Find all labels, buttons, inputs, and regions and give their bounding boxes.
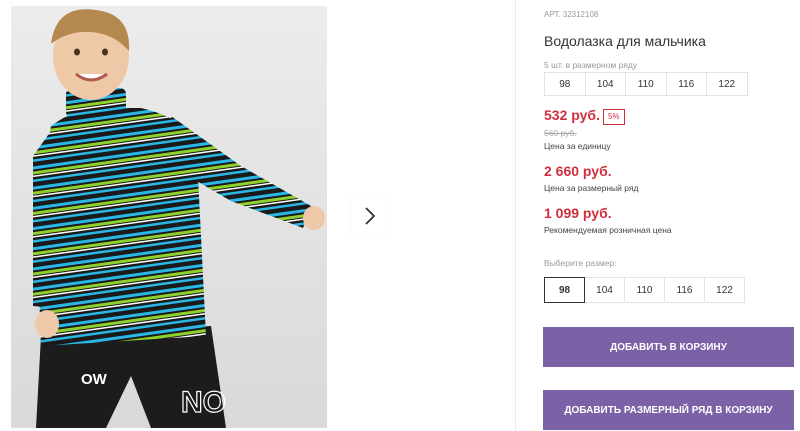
unit-price-note: Цена за единицу (544, 141, 611, 151)
boy-in-striped-turtleneck-image: OW NO (33, 9, 325, 428)
size-row-item: 104 (584, 72, 626, 96)
retail-price-note: Рекомендуемая розничная цена (544, 225, 672, 235)
size-row-item: 116 (665, 72, 707, 96)
chevron-right-icon (365, 207, 376, 225)
article-number: АРТ. 32312108 (544, 10, 599, 19)
size-option-98[interactable]: 98 (544, 277, 585, 303)
unit-price: 532 руб. (544, 107, 600, 123)
size-selector: 98 104 110 116 122 (544, 277, 745, 303)
row-price-note: Цена за размерный ряд (544, 183, 639, 193)
size-row-list: 98 104 110 116 122 (544, 72, 748, 96)
product-photo[interactable]: OW NO (11, 6, 327, 428)
size-row-item: 122 (706, 72, 748, 96)
pants-print-1: OW (81, 371, 108, 388)
size-row-item: 110 (625, 72, 667, 96)
product-gallery: OW NO (0, 0, 516, 431)
size-option-122[interactable]: 122 (704, 277, 745, 303)
retail-price: 1 099 руб. (544, 205, 612, 221)
next-image-button[interactable] (351, 196, 389, 236)
choose-size-label: Выберите размер: (544, 258, 617, 268)
row-price: 2 660 руб. (544, 163, 612, 179)
size-option-116[interactable]: 116 (664, 277, 705, 303)
pants-print-2: NO (181, 386, 226, 419)
old-price: 560 руб. (544, 128, 577, 138)
discount-badge: 5% (603, 109, 625, 125)
add-size-row-to-cart-button[interactable]: ДОБАВИТЬ РАЗМЕРНЫЙ РЯД В КОРЗИНУ (543, 390, 794, 430)
size-option-110[interactable]: 110 (624, 277, 665, 303)
product-title: Водолазка для мальчика (544, 33, 706, 49)
add-to-cart-button[interactable]: ДОБАВИТЬ В КОРЗИНУ (543, 327, 794, 367)
size-row-caption: 5 шт. в размерном ряду (544, 60, 638, 70)
size-row-item: 98 (544, 72, 586, 96)
size-option-104[interactable]: 104 (584, 277, 625, 303)
